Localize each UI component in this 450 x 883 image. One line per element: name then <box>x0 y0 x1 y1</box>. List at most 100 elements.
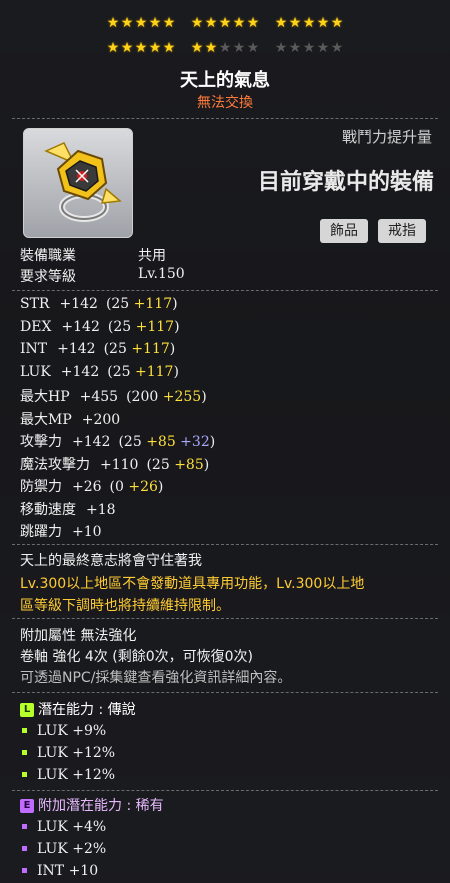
item-name: 天上的氣息 <box>180 70 270 91</box>
stat-label: 移動速度 <box>20 501 76 518</box>
stat-label: 攻擊力 <box>20 434 62 450</box>
stat-bonus: +255 <box>162 389 202 405</box>
stat-row: 移動速度 +18 <box>20 499 124 519</box>
divider <box>12 692 438 693</box>
star-icon: ★ <box>218 40 232 56</box>
stat-close: ) <box>173 363 179 380</box>
potential-line: INT +10 <box>20 863 98 879</box>
potential-line: LUK +2% <box>20 841 106 857</box>
divider <box>12 290 438 291</box>
star-icon: ★ <box>274 40 288 56</box>
legendary-badge-icon: L <box>20 703 34 717</box>
star-icon: ★ <box>148 40 162 56</box>
potential-label: 潛在能力 : 傳說 <box>38 702 136 718</box>
star-icon: ★ <box>274 15 288 31</box>
trade-status: 無法交換 <box>197 95 253 111</box>
star-icon: ★ <box>246 15 260 31</box>
stat-label: 最大HP <box>20 389 70 405</box>
epic-badge-icon: E <box>20 799 34 813</box>
star-icon: ★ <box>316 40 330 56</box>
stat-label: 防禦力 <box>20 479 62 495</box>
stat-row: 最大MP +200 <box>20 409 128 429</box>
attribute-info: 附加屬性 無法強化 <box>20 628 137 644</box>
star-icon: ★ <box>330 15 344 31</box>
stat-bonus: +85 <box>146 434 176 450</box>
star-icon: ★ <box>330 40 344 56</box>
star-icon: ★ <box>134 40 148 56</box>
stat-row: 跳躍力 +10 <box>20 521 110 541</box>
stat-value: +142 <box>61 318 100 335</box>
star-icon: ★ <box>288 15 302 31</box>
job-requirement: 裝備職業 共用 <box>20 245 166 265</box>
bullet-icon <box>22 749 27 755</box>
star-icon: ★ <box>232 15 246 31</box>
star-icon: ★ <box>190 40 204 56</box>
star-icon: ★ <box>120 40 134 56</box>
stat-value: +26 <box>72 479 102 495</box>
potential-line: LUK +12% <box>20 767 115 783</box>
potential-line: LUK +12% <box>20 745 115 761</box>
stat-value: +18 <box>86 501 116 518</box>
divider <box>12 790 438 791</box>
potential-line: LUK +4% <box>20 819 106 835</box>
bullet-icon <box>22 727 27 733</box>
potential-text: LUK +4% <box>37 819 107 835</box>
star-icon: ★ <box>148 15 162 31</box>
stat-base: (25 <box>103 341 132 357</box>
star-icon: ★ <box>218 15 232 31</box>
stat-close: ) <box>157 479 164 495</box>
stat-bonus: +117 <box>134 363 174 380</box>
stat-close: ) <box>203 456 210 473</box>
stat-value: +10 <box>72 524 102 540</box>
combat-power-label: 戰鬥力提升量 <box>341 128 432 146</box>
star-force-row-2: ★★★★★ ★★★★★ ★★★★★ <box>0 40 450 56</box>
star-icon: ★ <box>162 40 176 56</box>
stat-bonus: +117 <box>133 296 173 312</box>
stat-bonus: +117 <box>135 318 175 335</box>
stat-enhance: +32 <box>175 434 210 450</box>
star-icon: ★ <box>246 40 260 56</box>
star-icon: ★ <box>162 15 176 31</box>
stat-row: DEX +142 (25 +117) <box>20 319 180 335</box>
job-label: 裝備職業 <box>20 248 76 264</box>
star-icon: ★ <box>134 15 148 31</box>
level-notice-line-1: Lv.300以上地區不會發動道具專用功能，Lv.300以上地 <box>20 576 365 592</box>
stat-row: 最大HP +455 (200 +255) <box>20 386 207 406</box>
star-icon: ★ <box>106 40 120 56</box>
level-label: 要求等級 <box>20 269 76 285</box>
item-icon <box>23 128 133 238</box>
stat-row: STR +142 (25 +117) <box>20 296 178 312</box>
type-tag: 戒指 <box>378 219 426 243</box>
star-icon: ★ <box>232 40 246 56</box>
stat-close: ) <box>174 318 180 335</box>
star-force-row-1: ★★★★★ ★★★★★ ★★★★★ <box>0 15 450 31</box>
stat-base: (25 <box>118 434 147 450</box>
star-icon: ★ <box>120 15 134 31</box>
potential-text: INT +10 <box>37 863 99 879</box>
bullet-icon <box>22 845 27 851</box>
potential-text: LUK +12% <box>37 745 116 761</box>
item-tooltip: ★★★★★ ★★★★★ ★★★★★ ★★★★★ ★★★★★ ★★★★★ 天上的氣息 無法… <box>0 0 450 883</box>
equipped-status: 目前穿戴中的裝備 <box>257 170 434 195</box>
stat-bonus: +117 <box>131 341 170 357</box>
additional-potential-label: 附加潛在能力 : 稀有 <box>38 798 164 814</box>
stat-row: INT +142 (25 +117) <box>20 341 175 357</box>
stat-label: DEX <box>20 318 52 335</box>
star-icon: ★ <box>288 40 302 56</box>
star-icon: ★ <box>204 40 218 56</box>
stat-base: (25 <box>107 318 136 335</box>
star-icon: ★ <box>316 15 330 31</box>
star-icon: ★ <box>302 15 316 31</box>
bullet-icon <box>22 867 27 873</box>
stat-row: LUK +142 (25 +117) <box>20 364 179 380</box>
level-requirement: 要求等級 Lv.150 <box>20 266 185 286</box>
stat-label: 最大MP <box>20 411 72 428</box>
bullet-icon <box>22 823 27 829</box>
star-icon: ★ <box>204 15 218 31</box>
divider <box>12 118 438 119</box>
ring-icon <box>44 142 122 222</box>
flavor-text: 天上的最終意志將會守住著我 <box>20 553 202 569</box>
stat-label: INT <box>20 341 48 357</box>
potential-text: LUK +12% <box>37 767 116 783</box>
stat-bonus: +85 <box>174 456 204 473</box>
